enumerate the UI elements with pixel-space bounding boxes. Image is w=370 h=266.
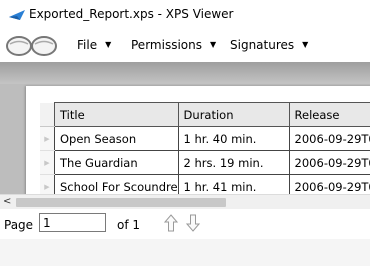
cell-title: The Guardian [54,150,179,175]
menu-signatures[interactable]: Signatures ▼ [230,38,308,52]
table-header-row: Title Duration Release [40,102,370,127]
menu-permissions[interactable]: Permissions ▼ [131,38,216,52]
document-viewer[interactable]: Title Duration Release ▶ Open Season 1 h… [0,62,370,194]
scrollbar-thumb[interactable] [16,198,226,207]
menu-permissions-label: Permissions [131,38,202,52]
chevron-down-icon: ▼ [105,40,112,49]
menu-file[interactable]: File ▼ [77,38,111,52]
row-marker-icon: ▶ [40,174,55,194]
page-navigation-bar: Page of 1 [0,209,370,239]
arrow-up-icon[interactable] [163,214,179,232]
cell-release: 2006-09-29T0 [288,150,370,175]
cell-release: 2006-09-29T0 [288,126,370,151]
page-number-input[interactable] [39,213,106,232]
horizontal-scrollbar[interactable]: < [0,194,370,210]
row-header-corner [40,102,55,127]
page-count-label: of 1 [117,218,141,232]
row-marker-icon: ▶ [40,150,55,175]
menu-file-label: File [77,38,98,52]
xps-viewer-icon [8,9,26,21]
menu-bar: File ▼ Permissions ▼ Signatures ▼ [0,28,370,62]
table-row: ▶ Open Season 1 hr. 40 min. 2006-09-29T0 [40,126,370,151]
page-label: Page [4,218,34,232]
cell-release: 2006-09-29T0 [288,174,370,194]
chevron-down-icon: ▼ [302,40,309,49]
title-bar: Exported_Report.xps - XPS Viewer [0,0,370,28]
table-row: ▶ The Guardian 2 hrs. 19 min. 2006-09-29… [40,150,370,175]
cell-title: Open Season [54,126,179,151]
cell-duration: 1 hr. 40 min. [177,126,290,151]
column-header-title: Title [54,102,179,127]
row-marker-icon: ▶ [40,126,55,151]
document-page: Title Duration Release ▶ Open Season 1 h… [26,86,370,194]
table-row: ▶ School For Scoundre 1 hr. 41 min. 2006… [40,174,370,194]
xps-logo-icon [4,33,60,59]
scroll-left-icon[interactable]: < [3,196,11,207]
column-header-duration: Duration [177,102,290,127]
report-table: Title Duration Release ▶ Open Season 1 h… [40,102,370,194]
bottom-strip [0,239,370,266]
viewer-background [0,62,370,84]
window-title: Exported_Report.xps - XPS Viewer [29,7,234,21]
menu-signatures-label: Signatures [230,38,295,52]
cell-duration: 2 hrs. 19 min. [177,150,290,175]
arrow-down-icon[interactable] [185,214,201,232]
chevron-down-icon: ▼ [209,40,217,49]
column-header-release: Release [288,102,370,127]
cell-duration: 1 hr. 41 min. [177,174,290,194]
cell-title: School For Scoundre [54,174,179,194]
